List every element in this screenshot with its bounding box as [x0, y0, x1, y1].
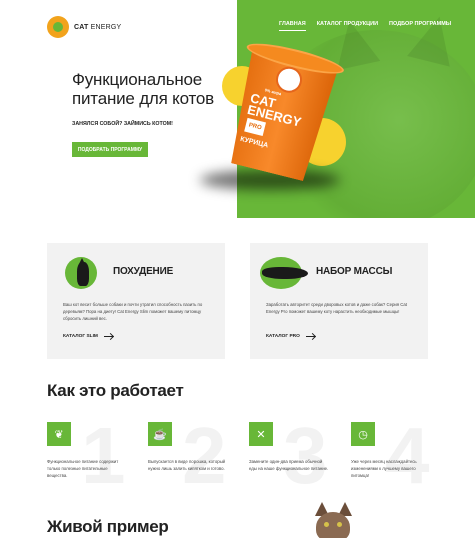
main-nav: ГЛАВНАЯ КАТАЛОГ ПРОДУКЦИИ ПОДБОР ПРОГРАМ… [279, 21, 451, 31]
arrow-right-icon [103, 336, 113, 337]
arrow-right-icon [305, 336, 315, 337]
logo-text: CAT ENERGY [74, 24, 121, 31]
nav-item-program[interactable]: ПОДБОР ПРОГРАММЫ [389, 21, 451, 31]
catalog-link-label: КАТАЛОГ SLIM [63, 334, 98, 339]
fork-knife-icon: ✕ [249, 422, 273, 446]
step-text: Функциональное питание содержит только п… [47, 459, 119, 478]
step-number: 1 [81, 411, 126, 500]
hero-title-line2: питание для котов [72, 89, 214, 108]
program-title: ПОХУДЕНИЕ [113, 266, 174, 277]
step-text: Выпускается в виде порошка, который нужн… [148, 459, 226, 471]
nav-item-catalog[interactable]: КАТАЛОГ ПРОДУКЦИИ [317, 21, 378, 31]
product-pro-badge: PRO [244, 117, 267, 137]
logo-icon [47, 16, 69, 38]
stopwatch-icon: ◷ [351, 422, 375, 446]
program-card-pro: НАБОР МАССЫ Заработать авторитет среди д… [250, 243, 428, 359]
logo-brand-light: ENERGY [90, 23, 122, 31]
step-text: Уже через месяц наслаждайтесь изменениям… [351, 459, 417, 478]
catalog-slim-link[interactable]: КАТАЛОГ SLIM [63, 334, 113, 339]
program-card-slim: ПОХУДЕНИЕ Ваш кот весит больше собаки и … [47, 243, 225, 359]
live-example-cat-image [312, 502, 354, 538]
pick-program-button[interactable]: ПОДОБРАТЬ ПРОГРАММУ [72, 142, 148, 157]
catalog-link-label: КАТАЛОГ PRO [266, 334, 300, 339]
hero-title: Функциональное питание для котов [72, 70, 214, 108]
how-it-works-title: Как это работает [47, 381, 184, 400]
kettle-icon: ☕ [148, 422, 172, 446]
step-number: 3 [283, 411, 328, 500]
step-1: 1 ❦ Функциональное питание содержит толь… [47, 416, 147, 502]
program-description: Ваш кот весит больше собаки и почти утра… [63, 302, 203, 321]
step-3: 3 ✕ Замените один-два приема обычной еды… [249, 416, 349, 502]
catalog-pro-link[interactable]: КАТАЛОГ PRO [266, 334, 315, 339]
live-example-title: Живой пример [47, 517, 169, 536]
hero-title-line1: Функциональное [72, 70, 203, 89]
step-number: 4 [385, 411, 430, 500]
sitting-cat-icon [65, 257, 97, 289]
program-title: НАБОР МАССЫ [316, 266, 393, 277]
logo-link[interactable]: CAT ENERGY [47, 16, 121, 38]
hero-subtitle: ЗАНЯЛСЯ СОБОЙ? ЗАЙМИСЬ КОТОМ! [72, 121, 173, 127]
step-number: 2 [182, 411, 227, 500]
panther-icon [260, 257, 308, 289]
nav-item-home[interactable]: ГЛАВНАЯ [279, 21, 306, 31]
leaf-icon: ❦ [47, 422, 71, 446]
hero-section: CAT ENERGY ГЛАВНАЯ КАТАЛОГ ПРОДУКЦИИ ПОД… [0, 0, 475, 218]
step-4: 4 ◷ Уже через месяц наслаждайтесь измене… [351, 416, 451, 502]
program-description: Заработать авторитет среди дворовых кото… [266, 302, 407, 314]
logo-brand: CAT [74, 23, 89, 31]
step-2: 2 ☕ Выпускается в виде порошка, который … [148, 416, 248, 502]
step-text: Замените один-два приема обычной еды на … [249, 459, 329, 471]
